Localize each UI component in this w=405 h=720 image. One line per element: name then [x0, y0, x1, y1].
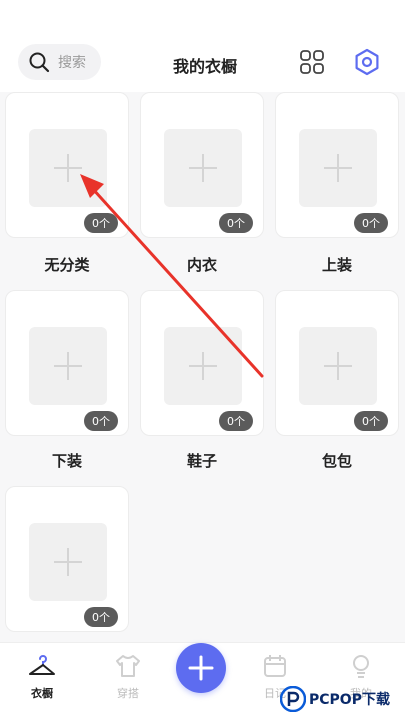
- category-label: 无分类: [44, 256, 90, 274]
- category-card-underwear[interactable]: 0个: [140, 92, 264, 238]
- add-button[interactable]: [176, 643, 226, 693]
- add-item-thumb[interactable]: [299, 327, 377, 405]
- category-card-bottoms[interactable]: 0个: [5, 290, 129, 436]
- tab-label: 衣橱: [31, 687, 53, 700]
- tab-label: 穿搭: [117, 687, 139, 700]
- plus-icon: [189, 154, 217, 182]
- settings-icon[interactable]: [353, 48, 381, 76]
- add-item-thumb[interactable]: [299, 129, 377, 207]
- search-box[interactable]: 搜索: [18, 44, 101, 80]
- search-placeholder: 搜索: [58, 55, 86, 71]
- add-item-thumb[interactable]: [29, 523, 107, 601]
- category-label: 包包: [321, 452, 352, 470]
- shirt-icon: [116, 655, 140, 677]
- plus-icon: [54, 154, 82, 182]
- item-count-badge: 0个: [84, 213, 118, 233]
- add-item-thumb[interactable]: [164, 129, 242, 207]
- plus-icon: [324, 352, 352, 380]
- bulb-icon: [353, 655, 369, 678]
- tab-outfits[interactable]: 穿搭: [98, 653, 158, 709]
- tab-wardrobe[interactable]: 衣橱: [12, 653, 72, 709]
- add-icon: [188, 655, 214, 681]
- watermark-logo-icon: [280, 686, 306, 712]
- add-item-thumb[interactable]: [164, 327, 242, 405]
- category-grid: 0个 无分类 0个 内衣 0个 上装 0个 下装 0个 鞋子 0个 包包 0个: [0, 92, 405, 642]
- grid-icon[interactable]: [298, 48, 326, 76]
- calendar-icon: [264, 655, 286, 677]
- category-label: 鞋子: [186, 452, 217, 470]
- search-icon: [29, 52, 50, 73]
- category-label: 内衣: [186, 256, 217, 274]
- hanger-icon: [29, 655, 55, 675]
- category-label: 上装: [321, 256, 352, 274]
- item-count-badge: 0个: [354, 411, 388, 431]
- item-count-badge: 0个: [354, 213, 388, 233]
- category-card-uncategorized[interactable]: 0个: [5, 92, 129, 238]
- watermark: PCPOP下载: [280, 684, 390, 714]
- plus-icon: [54, 352, 82, 380]
- header: 搜索 我的衣橱: [0, 0, 405, 92]
- category-label: 下装: [51, 452, 82, 470]
- category-card-bags[interactable]: 0个: [275, 290, 399, 436]
- watermark-text: PCPOP下载: [309, 692, 390, 708]
- item-count-badge: 0个: [219, 411, 253, 431]
- plus-icon: [189, 352, 217, 380]
- category-card-extra[interactable]: 0个: [5, 486, 129, 632]
- add-item-thumb[interactable]: [29, 327, 107, 405]
- plus-icon: [324, 154, 352, 182]
- item-count-badge: 0个: [84, 411, 118, 431]
- item-count-badge: 0个: [219, 213, 253, 233]
- plus-icon: [54, 548, 82, 576]
- item-count-badge: 0个: [84, 607, 118, 627]
- page-title: 我的衣橱: [172, 57, 237, 76]
- add-item-thumb[interactable]: [29, 129, 107, 207]
- category-card-tops[interactable]: 0个: [275, 92, 399, 238]
- category-card-shoes[interactable]: 0个: [140, 290, 264, 436]
